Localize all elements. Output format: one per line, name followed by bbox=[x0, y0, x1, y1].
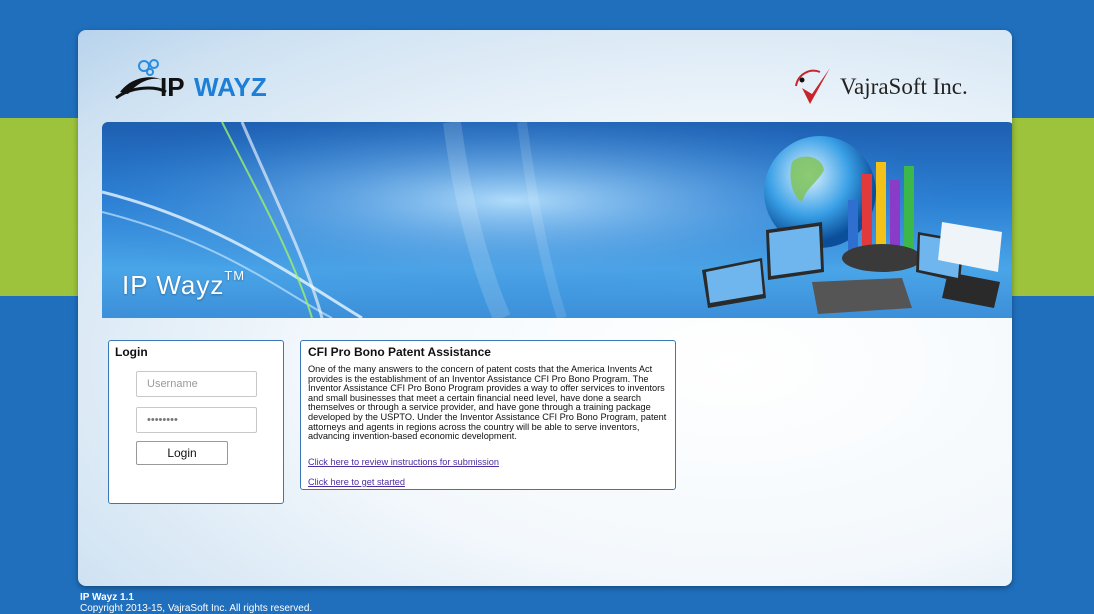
version-text: IP Wayz 1.1 bbox=[80, 592, 134, 603]
info-body-text: One of the many answers to the concern o… bbox=[308, 364, 667, 442]
instructions-link[interactable]: Click here to review instructions for su… bbox=[308, 457, 499, 467]
get-started-link[interactable]: Click here to get started bbox=[308, 477, 405, 487]
login-title: Login bbox=[115, 345, 148, 359]
username-input[interactable] bbox=[136, 371, 257, 397]
vajrasoft-logo: VajraSoft Inc. bbox=[792, 64, 992, 110]
login-button[interactable]: Login bbox=[136, 441, 228, 465]
logo-wayz-text: WAYZ bbox=[194, 72, 267, 102]
info-panel: CFI Pro Bono Patent Assistance One of th… bbox=[300, 340, 676, 490]
password-input[interactable] bbox=[136, 407, 257, 433]
copyright-text: Copyright 2013-15, VajraSoft Inc. All ri… bbox=[80, 603, 313, 614]
login-panel: Login Login bbox=[108, 340, 284, 504]
hero-banner: IP WayzTM bbox=[102, 122, 1012, 318]
ipwayz-logo: IP WAYZ bbox=[110, 56, 290, 104]
banner-title-text: IP Wayz bbox=[122, 270, 225, 300]
banner-title: IP WayzTM bbox=[122, 268, 246, 301]
trademark-mark: TM bbox=[224, 268, 246, 283]
logo-ip-text: IP bbox=[160, 72, 185, 102]
vajrasoft-text: VajraSoft Inc. bbox=[840, 74, 968, 99]
info-title: CFI Pro Bono Patent Assistance bbox=[308, 345, 491, 359]
main-card: IP WAYZ VajraSoft Inc. IP WayzTM Login U… bbox=[78, 30, 1012, 586]
